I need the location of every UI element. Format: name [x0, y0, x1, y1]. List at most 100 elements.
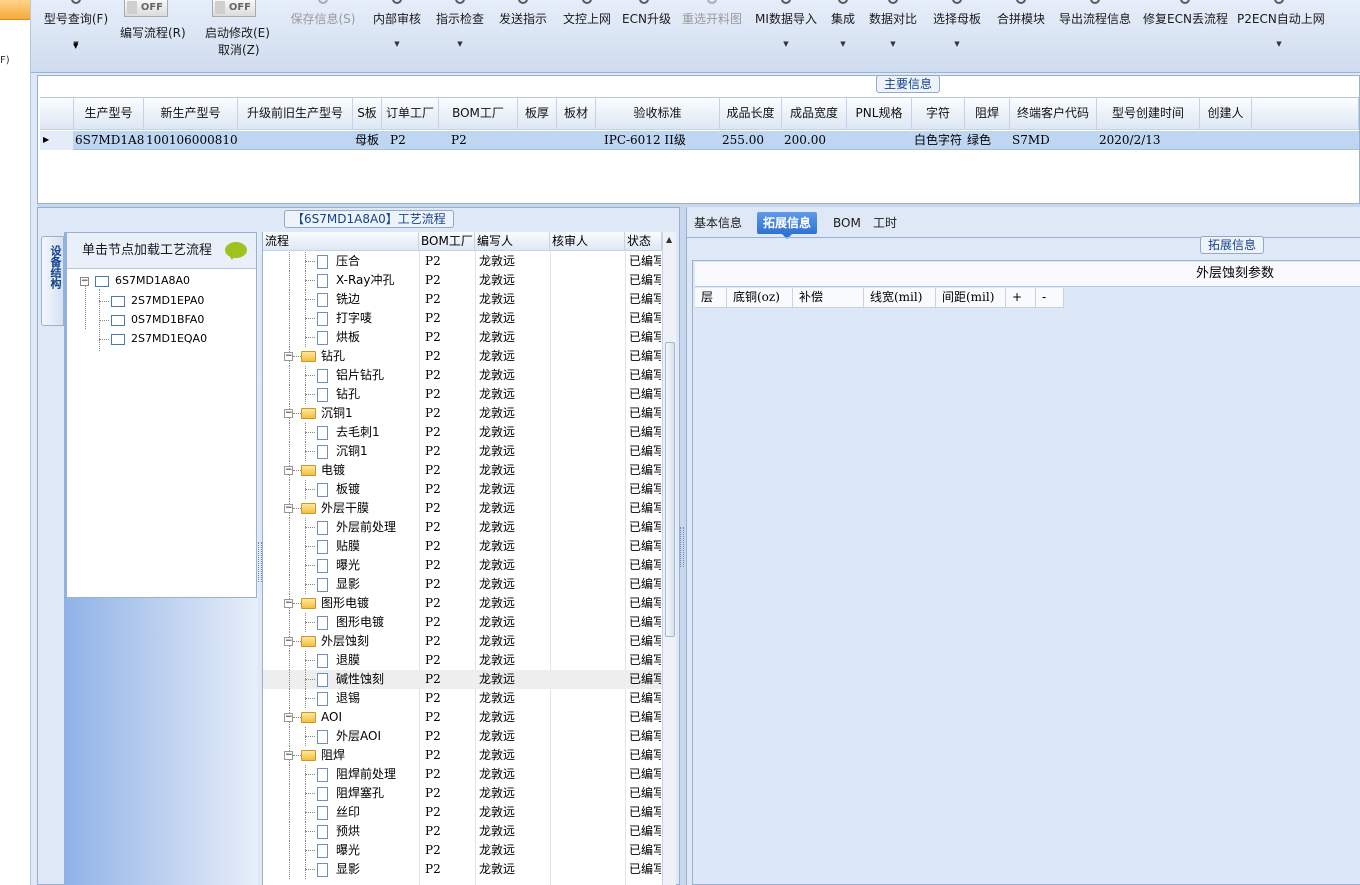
flow-row[interactable]: 去毛刺1 P2 龙敦远 已编写 [263, 423, 662, 442]
ribbon-button-3[interactable]: 指示检查 ▼ [433, 0, 487, 73]
tree-node-root[interactable]: 6S7MD1A8A0 [95, 273, 190, 289]
flow-row[interactable]: 铣边 P2 龙敦远 已编写 [263, 290, 662, 309]
flow-row[interactable]: − 外层蚀刻 P2 龙敦远 已编写 [263, 632, 662, 651]
flow-row[interactable]: 显影 P2 龙敦远 已编写 [263, 575, 662, 594]
flow-row[interactable]: − 图形电镀 P2 龙敦远 已编写 [263, 594, 662, 613]
flow-row[interactable]: 钻孔 P2 龙敦远 已编写 [263, 385, 662, 404]
flow-row[interactable]: 丝印 P2 龙敦远 已编写 [263, 803, 662, 822]
flow-writer-cell: 龙敦远 [479, 368, 516, 382]
flow-row[interactable]: 烘板 P2 龙敦远 已编写 [263, 328, 662, 347]
flow-row[interactable]: − 外层干膜 P2 龙敦远 已编写 [263, 499, 662, 518]
flow-row[interactable]: − AOI P2 龙敦远 已编写 [263, 708, 662, 727]
main-row-selected[interactable]: ▶6S7MD1A8A010010600081017 母板 P2 P2 IPC-6012 … [40, 131, 1359, 150]
folder-collapse-toggle[interactable]: − [284, 466, 293, 475]
ribbon-button-15[interactable]: P2ECN自动上网 ▼ [1237, 0, 1325, 73]
side-tab-equipment[interactable]: 设备结构 [41, 236, 64, 326]
ribbon-label-12: 合拼模块 [996, 12, 1045, 26]
ribbon-button-10[interactable]: 数据对比 ▼ [866, 0, 920, 73]
tab-0[interactable]: 基本信息 [688, 212, 748, 234]
flow-row[interactable]: 贴膜 P2 龙敦远 已编写 [263, 537, 662, 556]
dropdown-arrow-icon[interactable]: ▼ [73, 42, 78, 50]
scroll-thumb[interactable] [665, 342, 675, 637]
flow-row[interactable]: − 电镀 P2 龙敦远 已编写 [263, 461, 662, 480]
ribbon-button-11[interactable]: 选择母板 ▼ [930, 0, 984, 73]
edit-flow-toggle[interactable]: OFF [124, 0, 168, 17]
flow-row[interactable]: 图形电镀 P2 龙敦远 已编写 [263, 613, 662, 632]
ribbon-button-0[interactable]: 型号查询(F) ▼ [41, 0, 111, 73]
tree-collapse-toggle[interactable]: − [80, 277, 89, 286]
document-icon [317, 273, 328, 288]
flow-name-cell: 丝印 [317, 803, 419, 822]
folder-collapse-toggle[interactable]: − [284, 504, 293, 513]
flow-row[interactable]: 退锡 P2 龙敦远 已编写 [263, 689, 662, 708]
main-cell [559, 131, 596, 150]
tab-1[interactable]: 拓展信息 [757, 212, 818, 239]
flow-row[interactable]: 板镀 P2 龙敦远 已编写 [263, 480, 662, 499]
ribbon-icon-15 [1274, 0, 1284, 4]
folder-collapse-toggle[interactable]: − [284, 409, 293, 418]
ribbon-button-9[interactable]: 集成 ▼ [828, 0, 858, 73]
main-col-header: 验收标准 [596, 98, 720, 130]
ribbon-button-13[interactable]: 导出流程信息 [1057, 0, 1133, 73]
folder-collapse-toggle[interactable]: − [284, 599, 293, 608]
document-icon [317, 330, 328, 345]
enable-modify-toggle[interactable]: OFF [212, 0, 256, 17]
ribbon-button-4[interactable]: 发送指示 [496, 0, 550, 73]
document-icon [317, 672, 328, 687]
main-col-header: PNL规格 [847, 98, 912, 130]
flow-row[interactable]: − 沉铜1 P2 龙敦远 已编写 [263, 404, 662, 423]
folder-collapse-toggle[interactable]: − [284, 637, 293, 646]
tree-node-child[interactable]: 0S7MD1BFA0 [111, 312, 204, 328]
dropdown-arrow-icon[interactable]: ▼ [753, 40, 819, 48]
flow-row[interactable]: 碱性蚀刻 P2 龙敦远 已编写 [263, 670, 662, 689]
ribbon-button-7: 重选开料图 [680, 0, 744, 73]
tree-line [305, 565, 315, 566]
ribbon-button-6[interactable]: ECN升级 [622, 0, 671, 73]
folder-collapse-toggle[interactable]: − [284, 713, 293, 722]
flow-row[interactable]: 预烘 P2 龙敦远 已编写 [263, 822, 662, 841]
dropdown-arrow-icon[interactable]: ▼ [866, 40, 920, 48]
dropdown-arrow-icon[interactable]: ▼ [370, 40, 424, 48]
flow-row[interactable]: 曝光 P2 龙敦远 已编写 [263, 841, 662, 860]
etch-col-header[interactable]: + [1006, 288, 1036, 308]
flow-row[interactable]: 显影 P2 龙敦远 已编写 [263, 860, 662, 879]
ribbon-button-12[interactable]: 合拼模块 [994, 0, 1048, 73]
ribbon-button-2[interactable]: 内部审核 ▼ [370, 0, 424, 73]
dropdown-arrow-icon[interactable]: ▼ [1237, 40, 1321, 48]
ribbon-button-14[interactable]: 修复ECN丢流程 [1143, 0, 1228, 73]
flow-row[interactable]: − 钻孔 P2 龙敦远 已编写 [263, 347, 662, 366]
tree-node-child[interactable]: 2S7MD1EPA0 [111, 293, 204, 309]
ribbon-button-5[interactable]: 文控上网 [560, 0, 614, 73]
tree-node-child[interactable]: 2S7MD1EQA0 [111, 331, 207, 347]
ribbon-button-8[interactable]: MI数据导入 ▼ [753, 0, 819, 73]
flow-row[interactable]: 外层AOI P2 龙敦远 已编写 [263, 727, 662, 746]
flow-row[interactable]: 阻焊塞孔 P2 龙敦远 已编写 [263, 784, 662, 803]
scroll-up-arrow-icon[interactable]: ▲ [666, 235, 672, 244]
folder-collapse-toggle[interactable]: − [284, 751, 293, 760]
flow-row[interactable]: X-Ray冲孔 P2 龙敦远 已编写 [263, 271, 662, 290]
flow-row[interactable]: 阻焊前处理 P2 龙敦远 已编写 [263, 765, 662, 784]
flow-vertical-scrollbar[interactable]: ▲ [662, 232, 676, 885]
flow-name-cell: AOI [301, 708, 419, 727]
flow-status-cell: 已编写 [629, 843, 661, 857]
node-tree: 单击节点加载工艺流程 − 6S7MD1A8A0 2S7MD1EPA0 0S7MD1BF… [66, 232, 257, 598]
dock-tab-active[interactable] [0, 0, 30, 20]
flow-row[interactable]: 外层前处理 P2 龙敦远 已编写 [263, 518, 662, 537]
flow-writer-cell: 龙敦远 [479, 843, 516, 857]
flow-row[interactable]: 铝片钻孔 P2 龙敦远 已编写 [263, 366, 662, 385]
tab-2[interactable]: BOM [827, 212, 867, 234]
flow-row[interactable]: 沉铜1 P2 龙敦远 已编写 [263, 442, 662, 461]
tree-line [293, 755, 301, 756]
etch-col-header[interactable]: - [1036, 288, 1064, 308]
flow-row[interactable]: 压合 P2 龙敦远 已编写 [263, 252, 662, 271]
flow-row[interactable]: 曝光 P2 龙敦远 已编写 [263, 556, 662, 575]
flow-row[interactable]: 退膜 P2 龙敦远 已编写 [263, 651, 662, 670]
dropdown-arrow-icon[interactable]: ▼ [433, 40, 487, 48]
tab-3[interactable]: 工时 [867, 212, 903, 234]
folder-collapse-toggle[interactable]: − [284, 352, 293, 361]
dropdown-arrow-icon[interactable]: ▼ [930, 40, 984, 48]
flow-writer-cell: 龙敦远 [479, 444, 516, 458]
flow-row[interactable]: − 阻焊 P2 龙敦远 已编写 [263, 746, 662, 765]
dropdown-arrow-icon[interactable]: ▼ [828, 40, 858, 48]
flow-row[interactable]: 打字唛 P2 龙敦远 已编写 [263, 309, 662, 328]
